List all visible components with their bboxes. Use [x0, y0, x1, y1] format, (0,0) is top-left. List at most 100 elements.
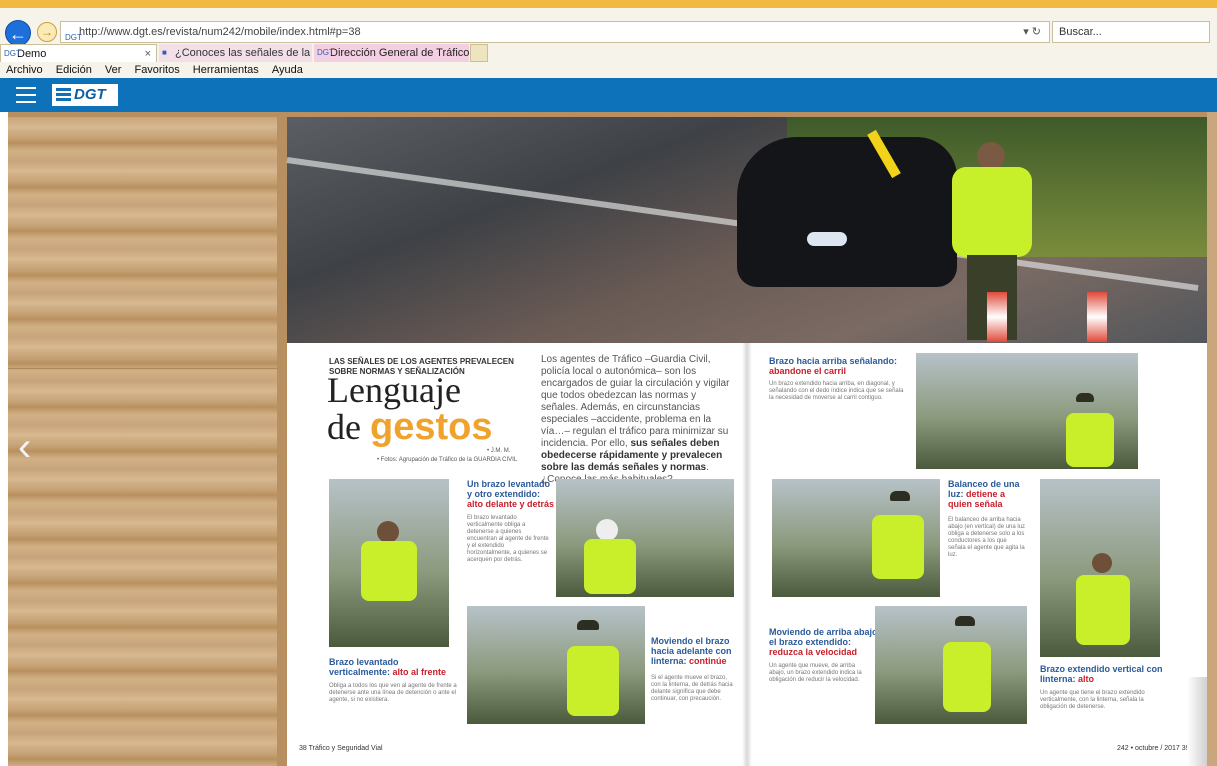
- menu-archivo[interactable]: Archivo: [6, 64, 43, 76]
- caption-red: alto: [1078, 674, 1095, 684]
- intro-text: Los agentes de Tráfico –Guardia Civil, p…: [541, 354, 730, 449]
- tab-label: Dirección General de Tráfico: [330, 47, 469, 59]
- url-text: http://www.dgt.es/revista/num242/mobile/…: [79, 26, 361, 38]
- photo-cap: [577, 620, 599, 630]
- photo-cap: [1076, 393, 1094, 402]
- caption-red: abandone el carril: [769, 366, 847, 376]
- caption-red: reduzca la velocidad: [769, 647, 858, 657]
- caption-heading-2: Moviendo el brazo hacia adelante con lin…: [651, 636, 735, 666]
- article-title-line1: Lenguaje: [327, 370, 461, 410]
- menu-herramientas[interactable]: Herramientas: [193, 64, 259, 76]
- tab-favicon-icon: DGT: [317, 48, 334, 57]
- tab-demo[interactable]: DGT Demo ×: [0, 44, 157, 62]
- photo-cap: [890, 491, 910, 501]
- tab-label: ¿Conoces las señales de la Gua...: [175, 47, 312, 59]
- officer-head: [977, 142, 1005, 170]
- search-input[interactable]: Buscar...: [1052, 21, 1210, 43]
- caption-red: alto delante y detrás: [467, 499, 555, 509]
- menu-ver[interactable]: Ver: [105, 64, 122, 76]
- tab-favicon-icon: DGT: [4, 49, 21, 58]
- photo-head: [377, 521, 399, 543]
- forward-button[interactable]: →: [37, 22, 57, 42]
- dgt-logo[interactable]: DGT: [52, 84, 118, 106]
- photo-helmet: [596, 519, 618, 541]
- arrow-right-icon: →: [41, 25, 53, 39]
- caption-text-5: Un agente que mueve, de arriba abajo, un…: [769, 663, 862, 683]
- page-folio-left: 38 Tráfico y Seguridad Vial: [299, 745, 383, 752]
- caption-heading-0: Un brazo levantado y otro extendido: alt…: [467, 479, 555, 509]
- page-folio-right: 242 • octubre / 2017 39: [1117, 745, 1190, 752]
- window-top-strip: [0, 0, 1217, 8]
- divider: [8, 368, 277, 369]
- caption-heading-1: Brazo levantado verticalmente: alto al f…: [329, 657, 459, 677]
- arrow-left-icon: ←: [9, 24, 27, 44]
- close-tab-icon[interactable]: ×: [145, 45, 151, 62]
- photo-vest: [1066, 413, 1114, 467]
- menu-ayuda[interactable]: Ayuda: [272, 64, 303, 76]
- browser-chrome: ← → DGT http://www.dgt.es/revista/num242…: [0, 0, 1217, 78]
- caption-red: alto al frente: [392, 667, 447, 677]
- tab-bar: DGT Demo × ■ ¿Conoces las señales de la …: [0, 44, 1217, 62]
- traffic-cone: [1087, 292, 1107, 342]
- caption-text-4: El balanceo de arriba hacia abajo (en ve…: [948, 517, 1026, 558]
- photo-vest: [1076, 575, 1130, 645]
- menu-favoritos[interactable]: Favoritos: [134, 64, 179, 76]
- caption-blue: Brazo extendido vertical con linterna:: [1040, 664, 1163, 684]
- previous-page-icon[interactable]: ‹: [18, 425, 31, 470]
- traffic-cone: [987, 292, 1007, 342]
- photo-vest: [872, 515, 924, 579]
- menu-bar: Archivo Edición Ver Favoritos Herramient…: [0, 62, 1217, 78]
- caption-blue: Brazo levantado verticalmente:: [329, 657, 399, 677]
- wood-background-right: [1207, 112, 1217, 766]
- photo-arm-extended: [556, 479, 734, 597]
- back-button[interactable]: ←: [5, 20, 31, 46]
- photo-head: [1092, 553, 1112, 573]
- hamburger-menu-icon[interactable]: [16, 87, 36, 103]
- article-title-line2: de gestos: [327, 408, 492, 446]
- caption-blue: Moviendo de arriba abajo el brazo extend…: [769, 627, 878, 647]
- car-image: [737, 137, 957, 287]
- photo-light-swing: [772, 479, 940, 597]
- page-curl[interactable]: [1187, 677, 1207, 766]
- tab-favicon-icon: ■: [162, 48, 167, 57]
- photo-cap: [955, 616, 975, 626]
- photo-vest: [361, 541, 417, 601]
- caption-text-0: El brazo levantado verticalmente obliga …: [467, 515, 549, 563]
- tab-conoces-senales[interactable]: ■ ¿Conoces las señales de la Gua...: [159, 44, 312, 62]
- menu-edicion[interactable]: Edición: [56, 64, 92, 76]
- caption-red: continúe: [689, 656, 727, 666]
- caption-blue: Un brazo levantado y otro extendido:: [467, 479, 551, 499]
- wood-background-gap: [277, 112, 287, 766]
- photo-arm-up-down: [875, 606, 1027, 724]
- photo-vest: [584, 539, 636, 594]
- caption-heading-4: Balanceo de una luz: detiene a quien señ…: [948, 479, 1028, 509]
- photo-torch-vertical: [1040, 479, 1160, 657]
- caption-text-2: Si el agente mueve el brazo, con la lint…: [651, 675, 733, 702]
- photo-credit: • Fotos: Agrupación de Tráfico de la GUA…: [377, 457, 518, 463]
- photo-arm-raised: [329, 479, 449, 647]
- photo-torch-forward: [467, 606, 645, 724]
- title-prefix: de: [327, 407, 370, 447]
- new-tab-button[interactable]: [470, 44, 488, 62]
- tab-label: Demo: [17, 48, 47, 60]
- caption-heading-6: Brazo extendido vertical con linterna: a…: [1040, 664, 1165, 684]
- caption-heading-5: Moviendo de arriba abajo el brazo extend…: [769, 627, 879, 657]
- site-favicon-icon: DGT: [65, 33, 82, 42]
- refresh-icon[interactable]: ▾ ↻: [1023, 22, 1041, 42]
- caption-heading-3: Brazo hacia arriba señalando: abandone e…: [769, 356, 899, 376]
- wood-background-left: [8, 117, 277, 766]
- magazine-spread: LAS SEÑALES DE LOS AGENTES PREVALECEN SO…: [286, 117, 1207, 766]
- caption-text-1: Obliga a todos los que ven al agente de …: [329, 683, 457, 703]
- photo-vest: [567, 646, 619, 716]
- car-headlight: [807, 232, 847, 246]
- hero-photo: [286, 117, 1207, 343]
- officer-vest: [952, 167, 1032, 257]
- article-byline: • J.M. M.: [487, 448, 511, 454]
- caption-blue: Brazo hacia arriba señalando:: [769, 356, 898, 366]
- photo-point-up: [916, 353, 1138, 469]
- logo-text: DGT: [74, 86, 106, 103]
- article-intro: Los agentes de Tráfico –Guardia Civil, p…: [541, 354, 731, 486]
- address-bar[interactable]: DGT http://www.dgt.es/revista/num242/mob…: [60, 21, 1050, 43]
- tab-dgt[interactable]: DGT Dirección General de Tráfico: [314, 44, 469, 62]
- title-highlight: gestos: [369, 406, 493, 448]
